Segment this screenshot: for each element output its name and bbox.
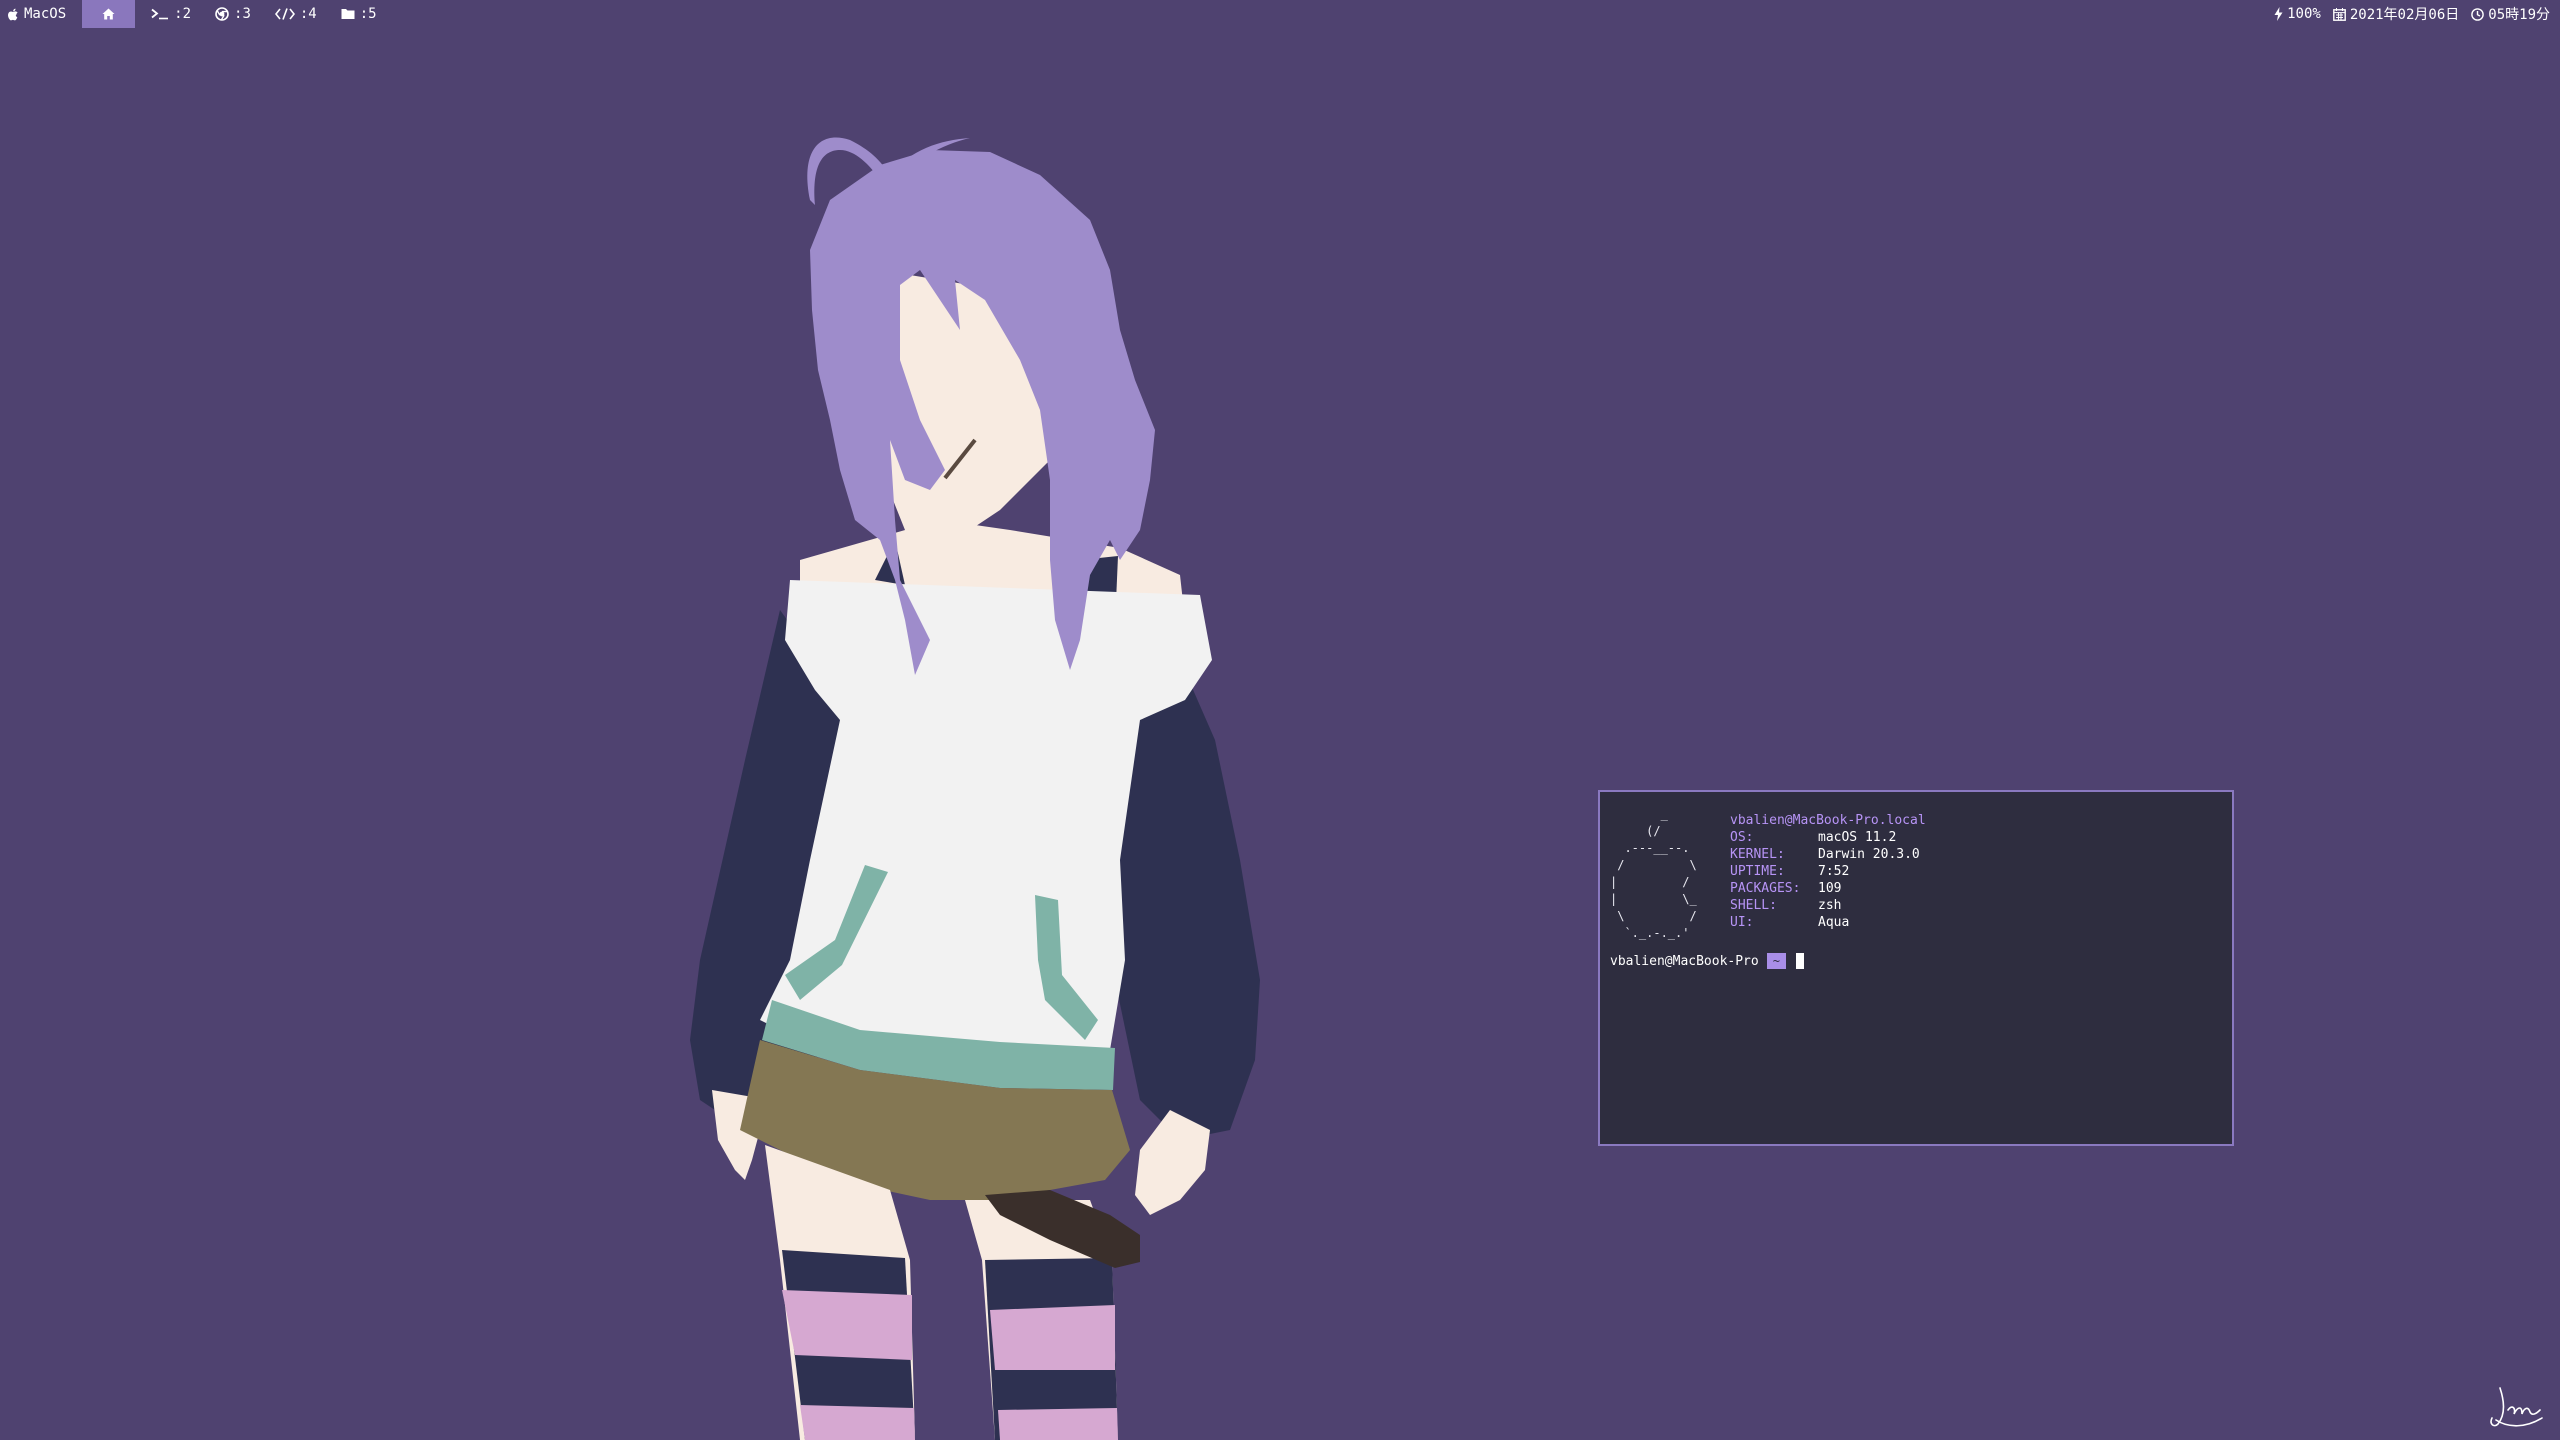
info-value: Darwin 20.3.0 xyxy=(1818,847,1920,862)
date-status[interactable]: 2021年02月06日 xyxy=(2327,0,2465,28)
apple-icon xyxy=(8,8,19,21)
artist-signature xyxy=(2490,1387,2543,1427)
info-row-packages: PACKAGES: 109 xyxy=(1730,880,1926,897)
info-value: zsh xyxy=(1818,898,1842,913)
folder-icon xyxy=(341,8,355,20)
time-status[interactable]: 05時19分 xyxy=(2465,0,2556,28)
user-host: vbalien@MacBook-Pro.local xyxy=(1730,813,1926,828)
info-key: OS: xyxy=(1730,830,1754,845)
info-key: PACKAGES: xyxy=(1730,881,1801,896)
bolt-icon xyxy=(2274,7,2283,21)
ascii-apple-logo: _ (/ .---__--. / \ | / | \_ \ / `._.-._.… xyxy=(1610,807,1697,940)
battery-status[interactable]: 100% xyxy=(2268,0,2327,28)
workspace-5[interactable]: :5 xyxy=(329,0,389,28)
calendar-icon xyxy=(2332,7,2346,21)
workspace-4[interactable]: :4 xyxy=(263,0,329,28)
workspace-4-label: :4 xyxy=(299,6,317,22)
workspace-3-label: :3 xyxy=(234,6,251,22)
info-value: Aqua xyxy=(1818,915,1850,930)
home-icon xyxy=(102,8,115,20)
prompt-host: vbalien@MacBook-Pro xyxy=(1610,953,1759,969)
info-key: UPTIME: xyxy=(1730,864,1785,879)
left-sock-stripe-1 xyxy=(782,1290,912,1360)
desktop: MacOS :2 :3:4:5 100% 2021年02月06日 05時19… xyxy=(0,0,2560,1440)
top-bar: MacOS :2 :3:4:5 100% 2021年02月06日 05時19… xyxy=(0,0,2560,28)
battery-label: 100% xyxy=(2287,6,2321,22)
workspace-3[interactable]: :3 xyxy=(203,0,263,28)
clock-icon xyxy=(2471,7,2485,21)
right-hand xyxy=(1135,1110,1210,1215)
info-value: 7:52 xyxy=(1818,864,1850,879)
workspace-5-label: :5 xyxy=(359,6,377,22)
info-row-ui: UI: Aqua xyxy=(1730,914,1926,931)
text-cursor xyxy=(1795,953,1804,969)
status-area: 100% 2021年02月06日 05時19分 xyxy=(2268,0,2560,28)
workspace-2[interactable]: :2 xyxy=(139,0,203,28)
info-row-kernel: KERNEL: Darwin 20.3.0 xyxy=(1730,846,1926,863)
terminal-icon xyxy=(151,8,169,20)
date-label: 2021年02月06日 xyxy=(2349,7,2460,23)
workspace-2-label: :2 xyxy=(174,6,192,22)
time-label: 05時19分 xyxy=(2488,7,2550,23)
terminal-window[interactable]: _ (/ .---__--. / \ | / | \_ \ / `._.-._.… xyxy=(1598,790,2234,1146)
left-sock-stripe-2 xyxy=(800,1405,915,1440)
workspace-1[interactable] xyxy=(82,0,136,28)
info-row-shell: SHELL: zsh xyxy=(1730,897,1926,914)
system-info: vbalien@MacBook-Pro.local OS: macOS 11.2… xyxy=(1730,812,1926,931)
right-sock-stripe-2 xyxy=(998,1408,1118,1440)
info-value: macOS 11.2 xyxy=(1818,830,1897,845)
code-icon xyxy=(274,8,295,20)
apple-menu-label: MacOS xyxy=(24,6,67,22)
user-host-row: vbalien@MacBook-Pro.local xyxy=(1730,812,1926,829)
shell-prompt[interactable]: vbalien@MacBook-Pro ~ xyxy=(1610,952,1804,970)
right-sock-stripe-1 xyxy=(990,1305,1115,1370)
info-row-uptime: UPTIME: 7:52 xyxy=(1730,863,1926,880)
prompt-directory: ~ xyxy=(1766,953,1786,969)
apple-menu[interactable]: MacOS xyxy=(6,0,78,28)
workspace-bar: MacOS :2 :3:4:5 xyxy=(6,0,389,28)
info-key: KERNEL: xyxy=(1730,847,1785,862)
info-value: 109 xyxy=(1818,881,1842,896)
info-key: SHELL: xyxy=(1730,898,1777,913)
wallpaper-illustration xyxy=(690,137,1260,1440)
info-row-os: OS: macOS 11.2 xyxy=(1730,829,1926,846)
chrome-icon xyxy=(215,7,229,21)
info-key: UI: xyxy=(1730,915,1754,930)
